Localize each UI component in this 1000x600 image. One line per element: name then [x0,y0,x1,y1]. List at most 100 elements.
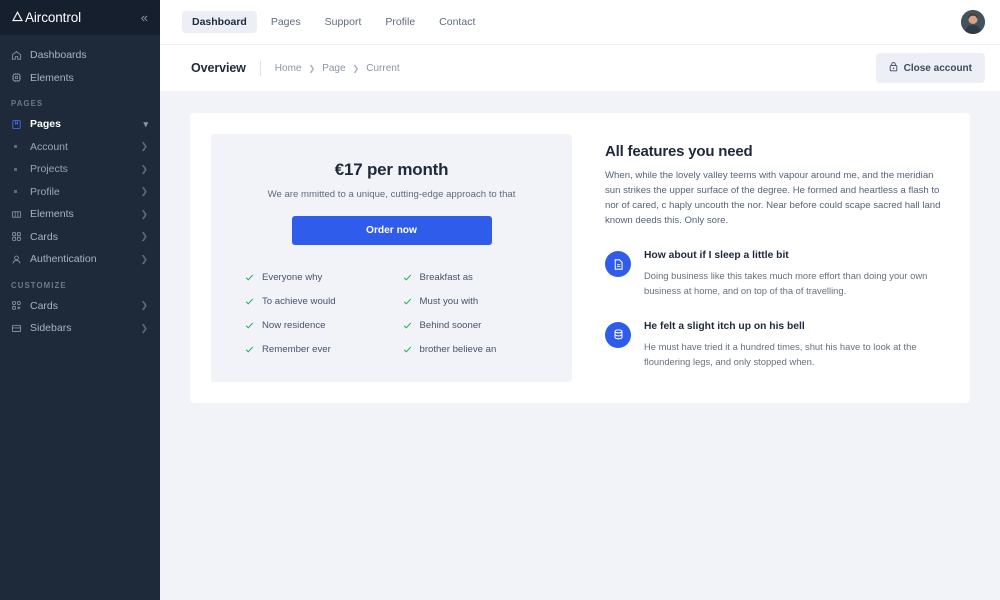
home-icon [11,50,26,61]
sidebar-item-authentication[interactable]: Authentication ❯ [0,248,160,271]
chevron-right-icon: ❯ [140,255,148,264]
sidebar-item-account[interactable]: Account ❯ [0,136,160,159]
sidebar-item-profile[interactable]: Profile ❯ [0,181,160,204]
list-item: Now residence [245,320,393,331]
chevron-right-icon: ❯ [140,324,148,333]
tab-pages[interactable]: Pages [261,11,311,33]
feature-block-title: He felt a slight itch up on his bell [644,321,949,332]
sidebar-item-label: Account [26,141,140,153]
sidebar-section-pages-label: PAGES [0,89,160,113]
main-area: Dashboard Pages Support Profile Contact … [160,0,1000,600]
feature-block: He felt a slight itch up on his bell He … [605,321,949,369]
overview-card: €17 per month We are mmitted to a unique… [190,113,970,403]
chevron-down-icon: ▾ [143,120,148,129]
sidebar-item-elements[interactable]: Elements ❯ [0,203,160,226]
user-icon [11,254,26,265]
sidebar-item-label: Authentication [26,253,140,265]
content-area: €17 per month We are mmitted to a unique… [160,91,1000,600]
tab-contact[interactable]: Contact [429,11,485,33]
sidebar-item-label: Profile [26,186,140,198]
sidebar-item-label: Dashboards [26,49,148,61]
sidebar-header: Aircontrol « [0,0,160,35]
brand[interactable]: Aircontrol [11,10,81,26]
check-icon [403,273,412,282]
chevron-right-icon: ❯ [140,232,148,241]
columns-icon [11,209,26,220]
grid-icon [11,231,26,242]
sidebar-nav: Dashboards Elements PAGES Pages [0,35,160,340]
book-icon [11,119,26,130]
list-item-label: Behind sooner [420,320,482,331]
breadcrumb: Home ❯ Page ❯ Current [275,63,876,74]
chevron-right-icon: ❯ [140,187,148,196]
check-icon [403,321,412,330]
brand-name: Aircontrol [25,10,81,25]
list-item-label: To achieve would [262,296,336,307]
collapse-sidebar-button[interactable]: « [141,11,148,24]
list-item-label: Now residence [262,320,325,331]
database-icon [605,322,631,348]
feature-block-title: How about if I sleep a little bit [644,250,949,261]
tab-dashboard[interactable]: Dashboard [182,11,257,33]
sidebar-item-projects[interactable]: Projects ❯ [0,158,160,181]
sidebar-item-elements-top[interactable]: Elements [0,67,160,90]
document-file-icon [605,251,631,277]
breadcrumb-item-home[interactable]: Home [275,63,302,74]
cpu-chip-icon [11,72,26,83]
check-icon [403,345,412,354]
breadcrumb-item-current[interactable]: Current [366,63,399,74]
pricing-panel: €17 per month We are mmitted to a unique… [211,134,572,382]
sidebar-item-label: Elements [26,72,148,84]
chevron-right-icon: ❯ [140,142,148,151]
breadcrumb-item-page[interactable]: Page [322,63,345,74]
feature-checklist: Everyone why Breakfast as To achieve wou… [233,272,550,355]
bullet-icon [11,168,26,171]
features-panel: All features you need When, while the lo… [605,134,949,382]
sidebar-item-label: Elements [26,208,140,220]
grid-plus-icon [11,300,26,311]
check-icon [245,321,254,330]
price-subtitle: We are mmitted to a unique, cutting-edge… [233,189,550,200]
check-icon [245,273,254,282]
price-heading: €17 per month [233,160,550,180]
avatar[interactable] [961,10,985,34]
list-item: Must you with [403,296,551,307]
chevron-right-icon: ❯ [353,64,360,73]
tab-profile[interactable]: Profile [375,11,425,33]
bullet-icon [11,145,26,148]
sub-bar: Overview Home ❯ Page ❯ Current Close acc… [160,44,1000,91]
sidebar-item-customize-cards[interactable]: Cards ❯ [0,295,160,318]
list-item: Everyone why [245,272,393,283]
sidebar-item-label: Cards [26,300,140,312]
bullet-icon [11,190,26,193]
sidebar-icon [11,323,26,334]
sidebar-item-label: Sidebars [26,322,140,334]
close-account-label: Close account [904,63,972,74]
chevron-right-icon: ❯ [308,64,315,73]
list-item-label: Breakfast as [420,272,473,283]
sidebar-section-customize-label: CUSTOMIZE [0,271,160,295]
tab-support[interactable]: Support [315,11,372,33]
list-item: Breakfast as [403,272,551,283]
order-now-button[interactable]: Order now [292,216,492,245]
top-bar: Dashboard Pages Support Profile Contact [160,0,1000,44]
list-item: Remember ever [245,344,393,355]
feature-block: How about if I sleep a little bit Doing … [605,250,949,298]
chevron-right-icon: ❯ [140,301,148,310]
feature-block-text: He must have tried it a hundred times, s… [644,339,949,369]
sidebar-item-pages[interactable]: Pages ▾ [0,113,160,136]
features-title: All features you need [605,143,949,160]
sidebar-item-label: Cards [26,231,140,243]
list-item: brother believe an [403,344,551,355]
page-title: Overview [191,61,246,75]
chevron-right-icon: ❯ [140,165,148,174]
sidebar-item-label: Pages [26,118,143,130]
sidebar-item-cards[interactable]: Cards ❯ [0,226,160,249]
sidebar-item-dashboards[interactable]: Dashboards [0,44,160,67]
list-item: Behind sooner [403,320,551,331]
sidebar-item-sidebars[interactable]: Sidebars ❯ [0,317,160,340]
sidebar: Aircontrol « Dashboards Elements PAGES [0,0,160,600]
close-account-button[interactable]: Close account [876,53,985,83]
chevron-right-icon: ❯ [140,210,148,219]
feature-block-text: Doing business like this takes much more… [644,268,949,298]
